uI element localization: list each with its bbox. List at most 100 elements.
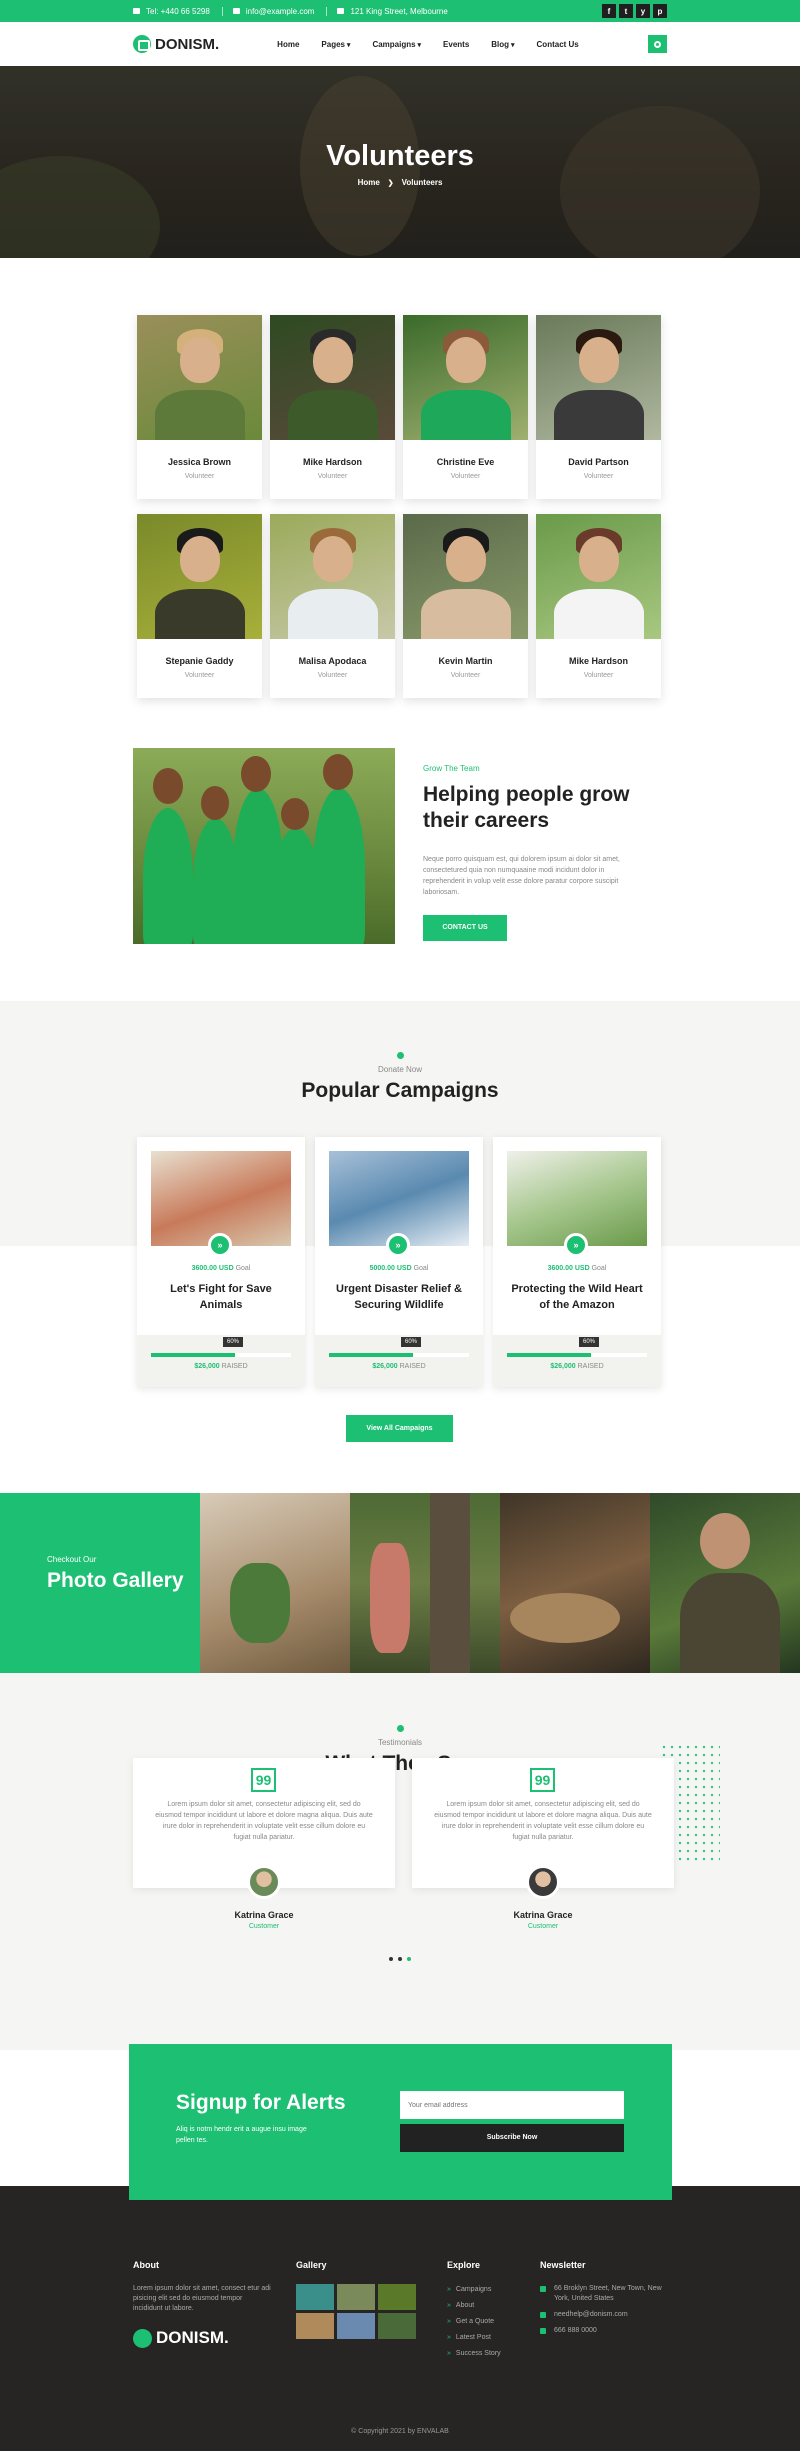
- gallery-image[interactable]: [200, 1493, 350, 1673]
- chevron-right-icon: ❯: [387, 180, 394, 187]
- nav-pages[interactable]: Pages: [321, 40, 350, 49]
- nav-contact[interactable]: Contact Us: [537, 40, 579, 49]
- volunteer-name[interactable]: Stepanie Gaddy: [137, 656, 262, 666]
- goal-label: Goal: [591, 1265, 607, 1272]
- volunteer-name[interactable]: Malisa Apodaca: [270, 656, 395, 666]
- volunteer-photo: [137, 315, 262, 440]
- volunteer-name[interactable]: Jessica Brown: [137, 457, 262, 467]
- footer-link[interactable]: Campaigns: [447, 2286, 501, 2293]
- campaign-card[interactable]: » 3600.00 USD Goal Let's Fight for Save An…: [137, 1137, 305, 1387]
- search-button[interactable]: [648, 35, 667, 53]
- campaign-cards: » 3600.00 USD Goal Let's Fight for Save An…: [137, 1137, 661, 1387]
- arrow-right-icon[interactable]: »: [386, 1233, 410, 1257]
- volunteer-card[interactable]: Christine Eve Volunteer: [403, 315, 528, 499]
- carousel-dot-active[interactable]: [407, 1957, 411, 1961]
- campaign-image[interactable]: [507, 1151, 647, 1246]
- nav-events[interactable]: Events: [443, 40, 469, 49]
- help-section: Grow The Team Helping people grow their …: [0, 748, 800, 1001]
- volunteer-card[interactable]: Mike Hardson Volunteer: [270, 315, 395, 499]
- gallery-thumbnail[interactable]: [337, 2284, 375, 2310]
- volunteer-card[interactable]: Mike Hardson Volunteer: [536, 514, 661, 698]
- volunteer-name[interactable]: Christine Eve: [403, 457, 528, 467]
- view-all-campaigns-button[interactable]: View All Campaigns: [346, 1415, 453, 1442]
- carousel-dot[interactable]: [389, 1957, 393, 1961]
- nav-home[interactable]: Home: [277, 40, 299, 49]
- footer-address: 66 Broklyn Street, New Town, New York, U…: [540, 2284, 670, 2304]
- gallery-thumbnail[interactable]: [296, 2284, 334, 2310]
- gallery-thumbnail[interactable]: [296, 2313, 334, 2339]
- breadcrumb: Home ❯ Volunteers: [0, 178, 800, 187]
- gallery-thumbnail[interactable]: [378, 2284, 416, 2310]
- volunteer-card[interactable]: David Partson Volunteer: [536, 315, 661, 499]
- nav-campaigns[interactable]: Campaigns: [372, 40, 421, 49]
- volunteer-card[interactable]: Kevin Martin Volunteer: [403, 514, 528, 698]
- arrow-right-icon[interactable]: »: [564, 1233, 588, 1257]
- campaign-title[interactable]: Urgent Disaster Relief & Securing Wildli…: [329, 1281, 469, 1313]
- footer-logo[interactable]: DONISM.: [133, 2328, 273, 2348]
- gallery-image[interactable]: [350, 1493, 500, 1673]
- campaign-title[interactable]: Protecting the Wild Heart of the Amazon: [507, 1281, 647, 1313]
- volunteer-name[interactable]: Mike Hardson: [270, 457, 395, 467]
- footer-link[interactable]: Success Story: [447, 2350, 501, 2357]
- footer-phone[interactable]: 666 888 0000: [540, 2326, 670, 2336]
- progress-fill: [151, 1353, 235, 1357]
- testimonial-text: Lorem ipsum dolor sit amet, consectetur …: [434, 1801, 652, 1841]
- photo-detail: [445, 337, 486, 383]
- photo-detail: [370, 1543, 410, 1653]
- footer-link[interactable]: About: [447, 2302, 501, 2309]
- carousel-dot[interactable]: [398, 1957, 402, 1961]
- copyright: © Copyright 2021 by ENVALAB: [351, 2428, 449, 2435]
- campaign-title[interactable]: Let's Fight for Save Animals: [151, 1281, 291, 1313]
- footer-brand: DONISM.: [156, 2328, 229, 2347]
- volunteer-photo: [536, 315, 661, 440]
- volunteer-card[interactable]: Stepanie Gaddy Volunteer: [137, 514, 262, 698]
- nav-blog[interactable]: Blog: [491, 40, 514, 49]
- raised-amount: $26,000: [194, 1363, 220, 1370]
- volunteer-role: Volunteer: [184, 473, 215, 480]
- youtube-icon[interactable]: y: [636, 4, 650, 18]
- logo[interactable]: DONISM.: [133, 35, 219, 53]
- volunteer-card[interactable]: Malisa Apodaca Volunteer: [270, 514, 395, 698]
- breadcrumb-home[interactable]: Home: [358, 178, 380, 187]
- campaign-card[interactable]: » 3600.00 USD Goal Protecting the Wild Hea…: [493, 1137, 661, 1387]
- campaign-image[interactable]: [151, 1151, 291, 1246]
- email-input[interactable]: [400, 2091, 624, 2119]
- footer-link[interactable]: Get a Quote: [447, 2318, 501, 2325]
- campaign-card[interactable]: » 5000.00 USD Goal Urgent Disaster Relief …: [315, 1137, 483, 1387]
- gallery-thumbnail[interactable]: [378, 2313, 416, 2339]
- volunteer-name[interactable]: Mike Hardson: [536, 656, 661, 666]
- volunteer-name[interactable]: Kevin Martin: [403, 656, 528, 666]
- footer-email[interactable]: needhelp@donism.com: [540, 2310, 670, 2320]
- pinterest-icon[interactable]: p: [653, 4, 667, 18]
- raised-label: RAISED: [399, 1363, 426, 1370]
- footer-gallery: Gallery: [296, 2260, 416, 2339]
- goal-amount: 3600.00 USD: [547, 1265, 590, 1272]
- gallery-image[interactable]: [650, 1493, 800, 1673]
- arrow-right-icon[interactable]: »: [208, 1233, 232, 1257]
- volunteer-name[interactable]: David Partson: [536, 457, 661, 467]
- photo-detail: [553, 390, 644, 440]
- gallery-thumbnail[interactable]: [337, 2313, 375, 2339]
- footer-link[interactable]: Latest Post: [447, 2334, 501, 2341]
- contact-us-button[interactable]: CONTACT US: [423, 915, 507, 941]
- gallery-image[interactable]: [500, 1493, 650, 1673]
- photo-detail: [420, 390, 511, 440]
- testimonial-name: Katrina Grace: [513, 1910, 573, 1920]
- campaign-goal: 3600.00 USD Goal: [137, 1265, 305, 1272]
- phone-info: Tel: +440 66 5298: [133, 7, 210, 16]
- testimonial-text: Lorem ipsum dolor sit amet, consectetur …: [155, 1801, 373, 1841]
- email-text[interactable]: info@example.com: [246, 7, 315, 16]
- avatar: [247, 1865, 281, 1899]
- testimonial-role: Customer: [248, 1923, 280, 1930]
- photo-detail: [312, 337, 353, 383]
- email-info[interactable]: info@example.com: [232, 7, 315, 16]
- campaign-image[interactable]: [329, 1151, 469, 1246]
- campaign-raised: $26,000 RAISED: [137, 1363, 305, 1370]
- facebook-icon[interactable]: f: [602, 4, 616, 18]
- subscribe-button[interactable]: Subscribe Now: [400, 2124, 624, 2152]
- volunteer-card[interactable]: Jessica Brown Volunteer: [137, 315, 262, 499]
- twitter-icon[interactable]: t: [619, 4, 633, 18]
- progress-badge: 60%: [401, 1337, 422, 1347]
- goal-label: Goal: [413, 1265, 429, 1272]
- photo-figure: [313, 788, 365, 944]
